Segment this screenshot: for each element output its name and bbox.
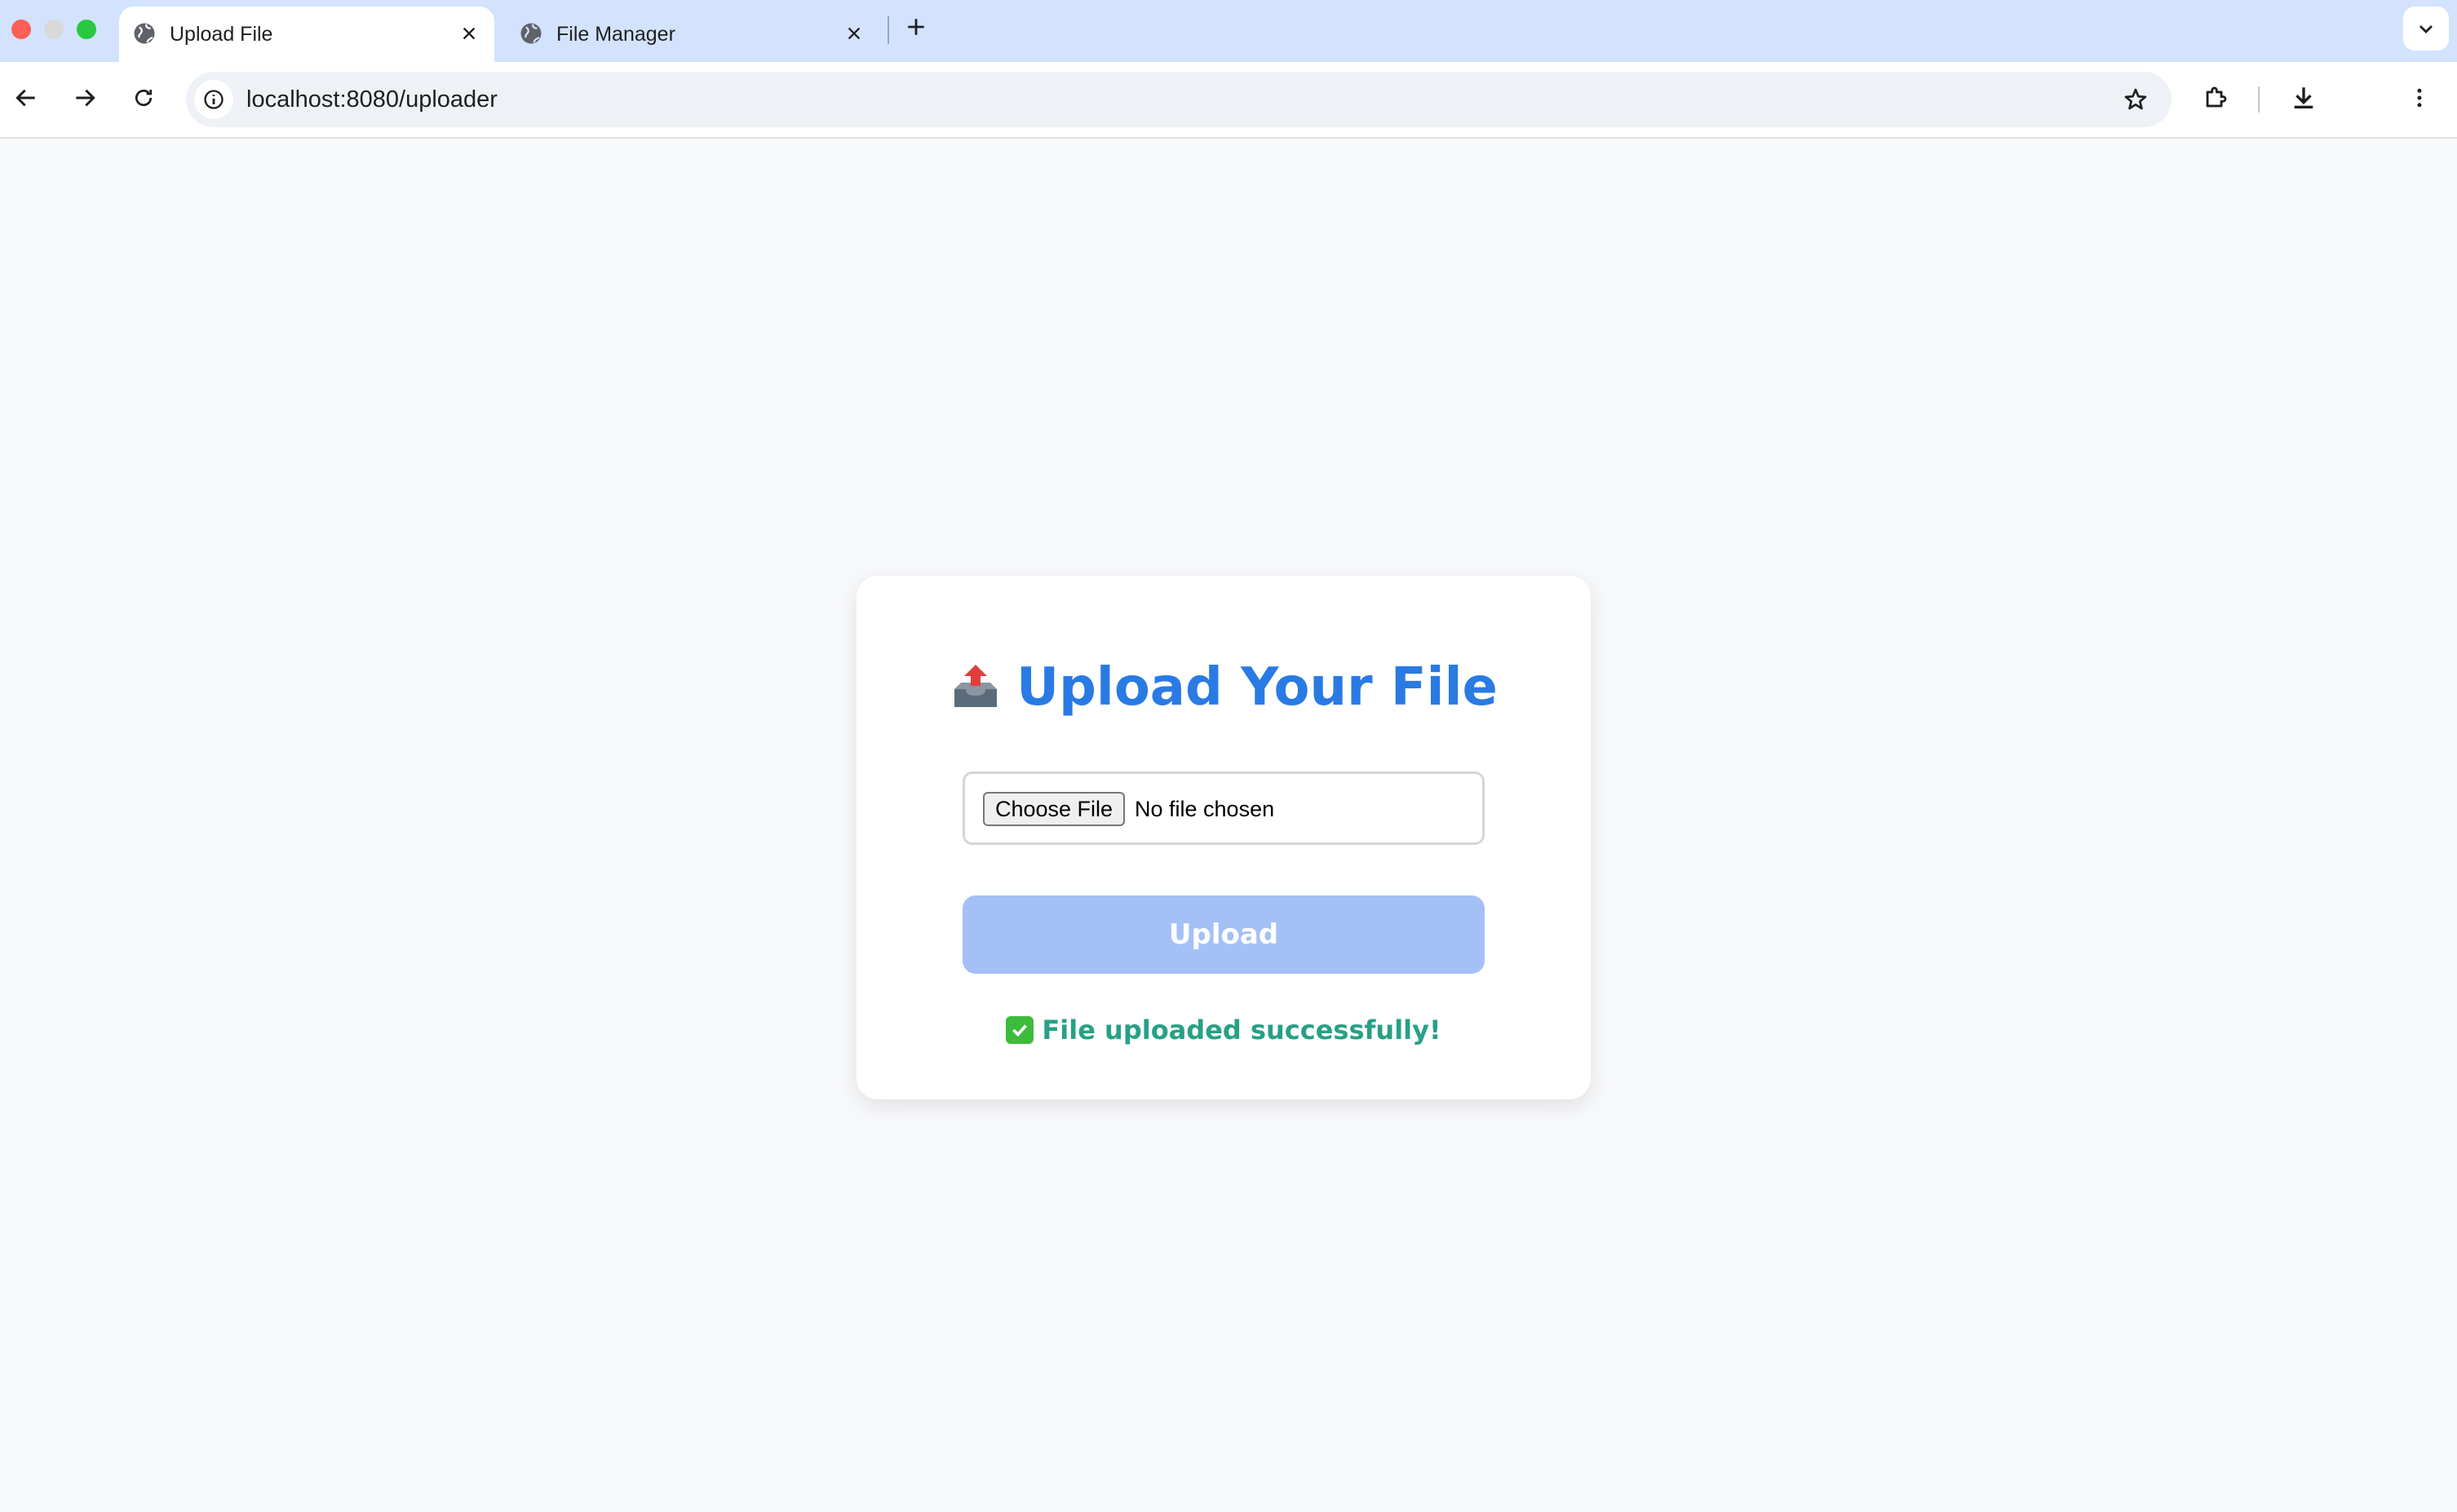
extensions-button[interactable] (2198, 80, 2233, 116)
tab-close-icon[interactable] (457, 21, 481, 46)
address-url: localhost:8080/uploader (246, 86, 498, 113)
tab-title: Upload File (170, 23, 273, 46)
address-bar[interactable]: localhost:8080/uploader (186, 72, 2171, 127)
globe-icon (132, 21, 157, 46)
check-mark-button-icon (1006, 1016, 1034, 1044)
download-icon (2294, 87, 2313, 109)
page-title-text: Upload Your File (1016, 657, 1498, 718)
bookmark-star-icon[interactable] (2121, 85, 2150, 114)
puzzle-icon (2206, 86, 2227, 108)
reload-button[interactable] (126, 80, 162, 116)
tab-title: File Manager (556, 23, 675, 46)
file-status-text: No file chosen (1135, 797, 1275, 821)
tab-file-manager[interactable]: File Manager (507, 7, 879, 62)
inbox-tray-icon (954, 665, 998, 707)
back-button[interactable] (8, 80, 44, 116)
choose-file-button[interactable]: Choose File (983, 792, 1125, 826)
upload-card: Upload Your File Choose File No file cho… (857, 576, 1591, 1099)
tab-search-button[interactable] (2403, 7, 2449, 51)
status-message-text: File uploaded successfully! (1042, 1015, 1441, 1046)
tab-close-icon[interactable] (842, 21, 866, 46)
globe-icon (519, 21, 543, 46)
arrow-right-icon (76, 89, 95, 107)
tab-divider (888, 16, 889, 44)
page-title: Upload Your File (857, 657, 1591, 718)
forward-button[interactable] (67, 80, 103, 116)
reload-icon (135, 89, 153, 107)
plus-icon (908, 19, 924, 35)
window-close-button[interactable] (11, 20, 31, 39)
window-minimize-button[interactable] (44, 20, 64, 39)
arrow-left-icon (15, 89, 35, 107)
file-input[interactable]: Choose File No file chosen (963, 771, 1485, 845)
toolbar-divider (2258, 86, 2260, 113)
window-maximize-button[interactable] (77, 20, 96, 39)
chevron-down-icon (2419, 25, 2433, 33)
site-info-icon[interactable] (194, 80, 233, 119)
tab-upload-file[interactable]: Upload File (119, 7, 494, 62)
new-tab-button[interactable] (902, 13, 930, 41)
browser-toolbar: localhost:8080/uploader (0, 62, 2457, 139)
tab-strip: Upload File File Manager (0, 0, 2457, 62)
browser-menu-button[interactable] (2402, 80, 2437, 116)
more-vertical-icon (2417, 88, 2422, 108)
downloads-button[interactable] (2286, 80, 2322, 116)
upload-button[interactable]: Upload (963, 895, 1485, 974)
status-message: File uploaded successfully! (857, 1015, 1591, 1046)
